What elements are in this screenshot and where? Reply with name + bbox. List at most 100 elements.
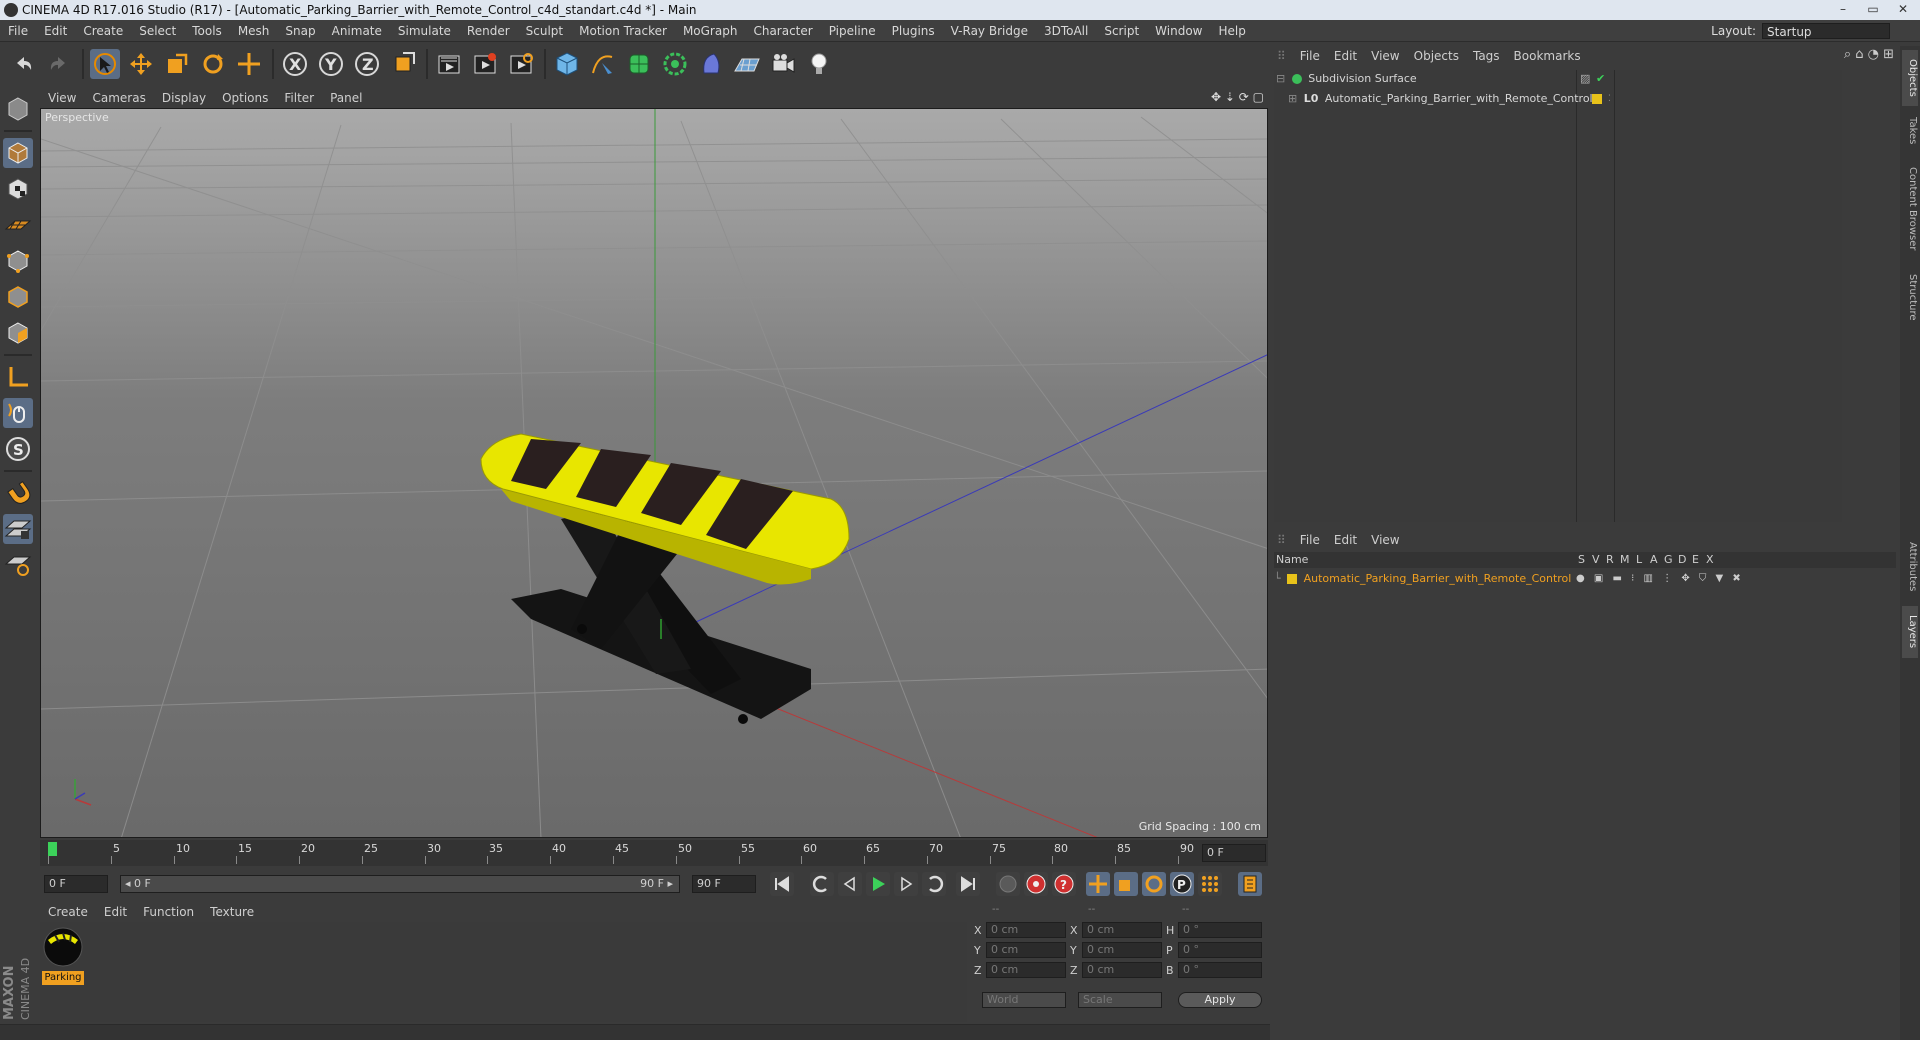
end-frame-field[interactable]: 90 F <box>692 875 756 893</box>
size-mode-dropdown[interactable]: Scale <box>1078 992 1162 1008</box>
menu-tools[interactable]: Tools <box>184 20 230 42</box>
z-axis-lock-icon[interactable]: Z <box>352 49 382 79</box>
rotation-b-field[interactable]: 0 ° <box>1178 962 1262 978</box>
make-editable-icon[interactable] <box>3 94 33 124</box>
viewport-menu-panel[interactable]: Panel <box>322 88 370 108</box>
position-x-field[interactable]: 0 cm <box>986 922 1066 938</box>
scale-icon[interactable] <box>162 49 192 79</box>
timeline-ruler[interactable]: 051015202530354045505560657075808590 0 F <box>40 840 1268 866</box>
layer-color-swatch[interactable] <box>1287 574 1298 584</box>
viewport-menu-display[interactable]: Display <box>154 88 214 108</box>
rotation-h-field[interactable]: 0 ° <box>1178 922 1262 938</box>
menu-file[interactable]: File <box>0 20 36 42</box>
material-swatch-parking[interactable]: Parking <box>42 926 84 985</box>
material-menu-edit[interactable]: Edit <box>96 902 135 922</box>
layers-menu-view[interactable]: View <box>1364 530 1406 550</box>
cloner-icon[interactable] <box>660 49 690 79</box>
material-menu-function[interactable]: Function <box>135 902 202 922</box>
menu-create[interactable]: Create <box>75 20 131 42</box>
tab-layers[interactable]: Layers <box>1902 606 1918 658</box>
snap-icon[interactable] <box>3 478 33 508</box>
menu-edit[interactable]: Edit <box>36 20 75 42</box>
go-to-start-icon[interactable] <box>770 872 794 896</box>
menu-3dtoall[interactable]: 3DToAll <box>1036 20 1096 42</box>
menu-animate[interactable]: Animate <box>324 20 390 42</box>
edit-tag-icon[interactable]: ▨ <box>1580 70 1590 88</box>
enable-axis-icon[interactable] <box>3 362 33 392</box>
workplane-snap-icon[interactable] <box>3 550 33 580</box>
timeline-playhead[interactable] <box>48 842 57 856</box>
menu-pipeline[interactable]: Pipeline <box>821 20 884 42</box>
polygons-mode-icon[interactable] <box>3 318 33 348</box>
object-manager-nav-icons[interactable]: ⌕ ⌂ ◔ ⊞ <box>1844 47 1894 62</box>
deformer-icon[interactable] <box>696 49 726 79</box>
texture-mode-icon[interactable] <box>3 174 33 204</box>
render-view-icon[interactable] <box>434 49 464 79</box>
start-frame-field[interactable]: 0 F <box>44 875 108 893</box>
tab-structure[interactable]: Structure <box>1902 266 1918 328</box>
cube-icon[interactable] <box>552 49 582 79</box>
current-frame-field[interactable]: 0 F <box>1202 844 1266 862</box>
subdivision-icon[interactable] <box>624 49 654 79</box>
layers-menu-edit[interactable]: Edit <box>1327 530 1364 550</box>
next-frame-icon[interactable] <box>894 872 918 896</box>
coordinate-system-icon[interactable] <box>388 49 418 79</box>
objects-menu-bookmarks[interactable]: Bookmarks <box>1507 46 1588 66</box>
y-axis-lock-icon[interactable]: Y <box>316 49 346 79</box>
menu-vray-bridge[interactable]: V-Ray Bridge <box>943 20 1036 42</box>
rotate-icon[interactable] <box>198 49 228 79</box>
autokeying-icon[interactable]: ? <box>1052 872 1076 896</box>
key-position-icon[interactable] <box>1086 872 1110 896</box>
layer-toggle-icons[interactable]: ● ▣ ▬ ⁝ ▥ ⋮ ✥ ⛉ ▼ ✖ <box>1576 570 1744 588</box>
menu-render[interactable]: Render <box>459 20 518 42</box>
layout-dropdown[interactable]: Startup <box>1762 23 1890 39</box>
floor-icon[interactable] <box>732 49 762 79</box>
apply-button[interactable]: Apply <box>1178 992 1262 1008</box>
object-row-parking-barrier[interactable]: ⊞ L0 Automatic_Parking_Barrier_with_Remo… <box>1288 90 1836 108</box>
key-rotation-icon[interactable] <box>1142 872 1166 896</box>
size-x-field[interactable]: 0 cm <box>1082 922 1162 938</box>
previous-frame-icon[interactable] <box>838 872 862 896</box>
menu-script[interactable]: Script <box>1096 20 1147 42</box>
key-scale-icon[interactable] <box>1114 872 1138 896</box>
menu-sculpt[interactable]: Sculpt <box>518 20 571 42</box>
spline-pen-icon[interactable] <box>588 49 618 79</box>
menu-mesh[interactable]: Mesh <box>230 20 278 42</box>
menu-help[interactable]: Help <box>1210 20 1253 42</box>
play-icon[interactable] <box>866 872 890 896</box>
model-mode-icon[interactable] <box>3 138 33 168</box>
perspective-viewport[interactable]: Perspective Grid Spacing : 100 cm <box>40 108 1268 838</box>
workplane-lock-icon[interactable] <box>3 514 33 544</box>
objects-menu-file[interactable]: File <box>1293 46 1327 66</box>
expand-icon[interactable]: ⊞ <box>1288 92 1297 105</box>
next-key-icon[interactable] <box>922 872 946 896</box>
viewport-camera-label[interactable]: Perspective <box>45 111 109 124</box>
material-menu-create[interactable]: Create <box>40 902 96 922</box>
tweak-mode-icon[interactable] <box>3 398 33 428</box>
close-button[interactable]: ✕ <box>1888 1 1918 18</box>
viewport-menu-view[interactable]: View <box>40 88 84 108</box>
layers-menu-file[interactable]: File <box>1293 530 1327 550</box>
preview-range-slider[interactable]: ◂ 0 F 90 F ▸ <box>120 875 680 893</box>
viewport-navigation-icons[interactable]: ✥ ⇣ ⟳ ▢ <box>1211 90 1264 104</box>
minimize-button[interactable]: – <box>1828 1 1858 18</box>
light-icon[interactable] <box>804 49 834 79</box>
collapse-icon[interactable]: ⊟ <box>1276 72 1285 85</box>
x-axis-lock-icon[interactable]: X <box>280 49 310 79</box>
tab-objects[interactable]: Objects <box>1902 50 1918 106</box>
coordinate-mode-dropdown[interactable]: World <box>982 992 1066 1008</box>
position-z-field[interactable]: 0 cm <box>986 962 1066 978</box>
menu-window[interactable]: Window <box>1147 20 1210 42</box>
layer-color-swatch[interactable] <box>1592 94 1602 104</box>
material-menu-texture[interactable]: Texture <box>202 902 262 922</box>
menu-character[interactable]: Character <box>745 20 820 42</box>
visibility-dots-icon[interactable]: ⁚ <box>1608 90 1611 108</box>
menu-plugins[interactable]: Plugins <box>884 20 943 42</box>
maximize-button[interactable]: ▭ <box>1858 1 1888 18</box>
move-icon[interactable] <box>126 49 156 79</box>
size-z-field[interactable]: 0 cm <box>1082 962 1162 978</box>
key-parameter-icon[interactable]: P <box>1170 872 1194 896</box>
camera-icon[interactable] <box>768 49 798 79</box>
live-selection-icon[interactable] <box>90 49 120 79</box>
layer-row[interactable]: └ Automatic_Parking_Barrier_with_Remote_… <box>1274 570 1896 588</box>
